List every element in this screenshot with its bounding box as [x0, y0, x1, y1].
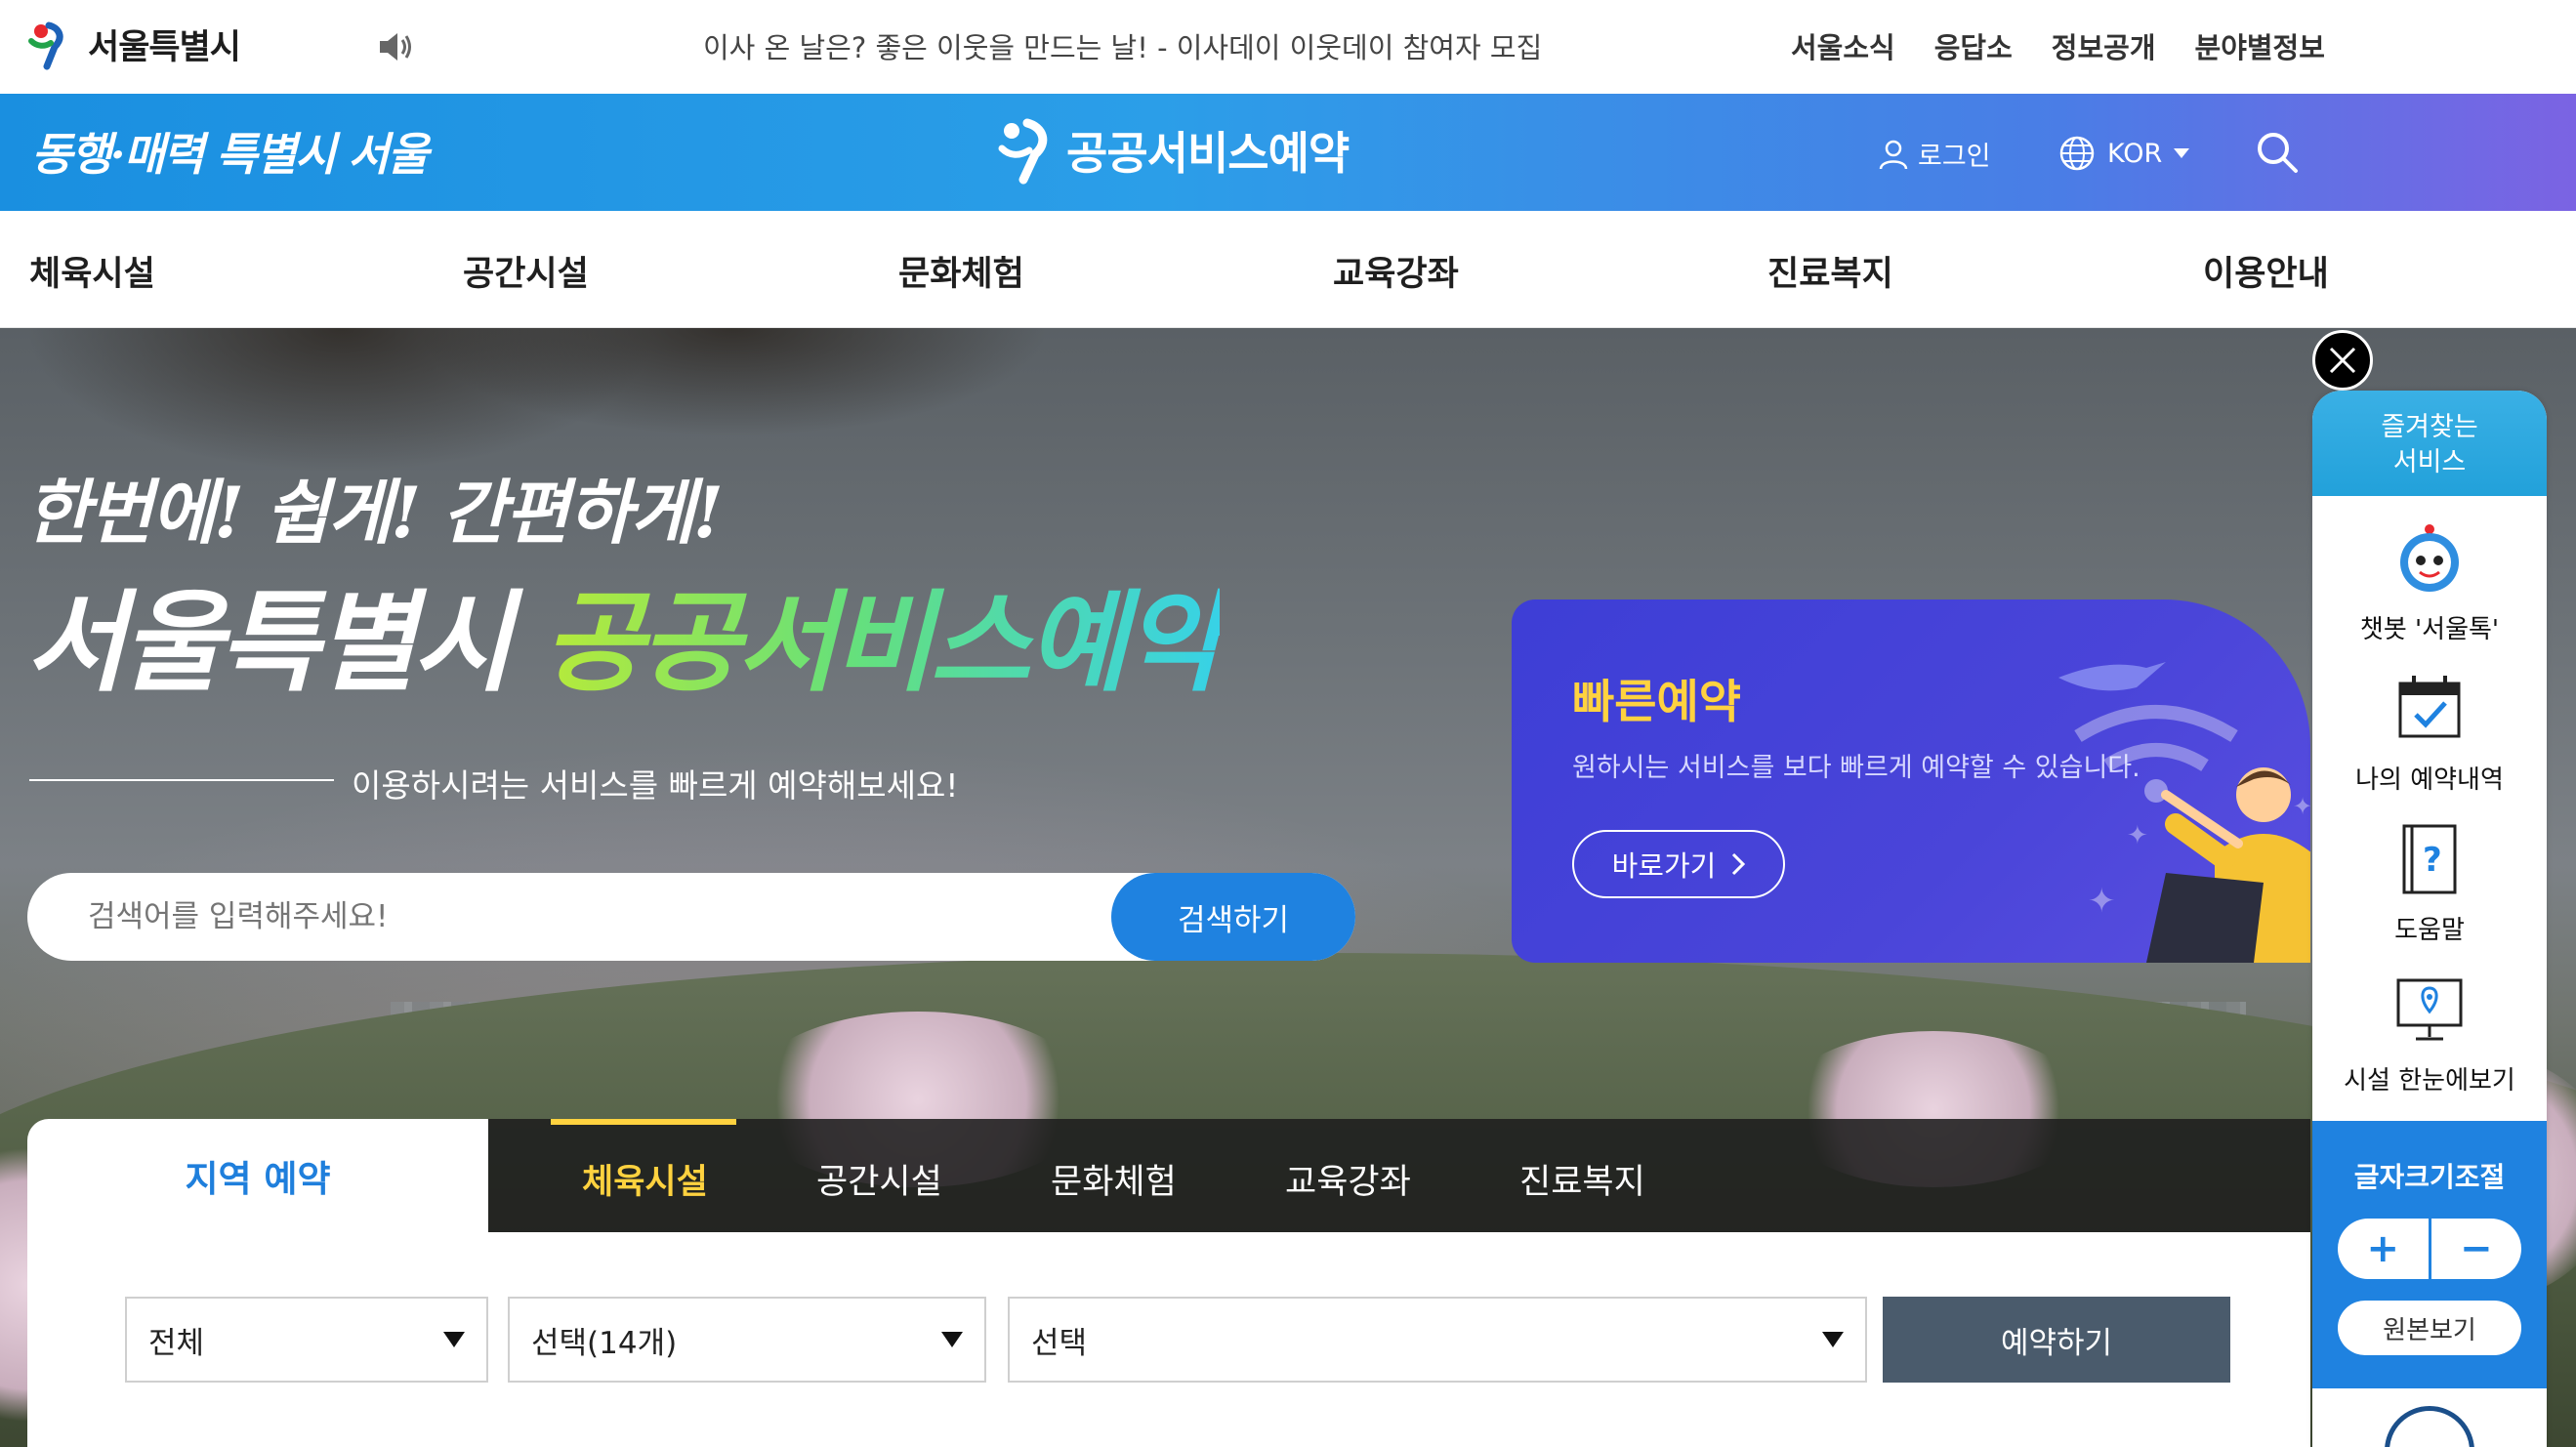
chatbot-label: 챗봇 '서울톡': [2359, 615, 2500, 644]
reserve-button[interactable]: 예약하기: [1883, 1297, 2230, 1383]
util-link-response[interactable]: 응답소: [1934, 25, 2013, 66]
map-monitor-icon: [2396, 978, 2463, 1041]
login-label: 로그인: [1918, 142, 1991, 172]
service-facility-overview[interactable]: 시설 한눈에보기: [2312, 971, 2547, 1096]
nav-usage-guide[interactable]: 이용안내: [2203, 246, 2329, 296]
hero-tagline: 한번에! 쉽게! 간편하게!: [25, 471, 724, 554]
tab-education-courses[interactable]: 교육강좌: [1285, 1154, 1411, 1204]
font-original-button[interactable]: 원본보기: [2338, 1301, 2521, 1355]
service-logo-icon: [998, 118, 1048, 185]
globe-icon: [2059, 136, 2095, 171]
hero-subtitle: 이용하시려는 서비스를 빠르게 예약해보세요!: [352, 766, 959, 805]
facility-select[interactable]: 선택(14개): [508, 1297, 986, 1383]
hero-title-seoul: 서울특별시: [25, 579, 513, 707]
tab-culture-experience[interactable]: 문화체험: [1051, 1154, 1177, 1204]
hero-title: 서울특별시 공공서비스예약: [25, 555, 1224, 713]
language-selector[interactable]: KOR: [2058, 135, 2190, 172]
font-size-title: 글자크기조절: [2353, 1161, 2506, 1193]
util-link-field-info[interactable]: 분야별정보: [2195, 25, 2325, 66]
site-header: 동행·매력 특별시 서울 공공서비스예약 로그인 KOR: [0, 94, 2576, 211]
main-navigation: 체육시설 공간시설 문화체험 교육강좌 진료복지 이용안내: [0, 211, 2576, 328]
facility-overview-label: 시설 한눈에보기: [2344, 1066, 2515, 1096]
font-increase-button[interactable]: +: [2338, 1219, 2431, 1279]
font-size-buttons: + −: [2338, 1219, 2521, 1279]
tree-branches-right: [391, 328, 1074, 445]
hero-title-service: 공공서비스예약: [543, 579, 1224, 707]
tab-sports-facilities[interactable]: 체육시설: [582, 1154, 708, 1204]
active-tab-indicator: [551, 1119, 736, 1125]
notice-ticker[interactable]: 이사 온 날은? 좋은 이웃을 만드는 날! - 이사데이 이웃데이 참여자 모…: [703, 25, 1542, 66]
item-select[interactable]: 선택: [1008, 1297, 1867, 1383]
dropdown-arrow-icon: [941, 1332, 963, 1347]
service-help[interactable]: ? 도움말: [2312, 820, 2547, 946]
close-icon: [2329, 347, 2356, 374]
region-reservation-tab[interactable]: 지역 예약: [27, 1119, 488, 1232]
quick-reservation-title: 빠른예약: [1572, 676, 1741, 729]
globe-icon[interactable]: [2385, 1406, 2474, 1447]
hero-section: 한번에! 쉽게! 간편하게! 서울특별시 공공서비스예약 이용하시려는 서비스를…: [0, 328, 2576, 1447]
calendar-check-icon: [2398, 676, 2461, 738]
region-select-value: 전체: [148, 1325, 205, 1361]
facility-select-value: 선택(14개): [531, 1325, 678, 1361]
chatbot-icon: [2400, 524, 2459, 592]
my-reservations-label: 나의 예약내역: [2355, 765, 2504, 795]
chevron-right-icon: [1732, 852, 1746, 876]
service-chatbot[interactable]: 챗봇 '서울톡': [2312, 519, 2547, 645]
hero-divider: [29, 779, 334, 781]
seoul-logo-icon: [28, 21, 63, 70]
service-my-reservations[interactable]: 나의 예약내역: [2312, 670, 2547, 796]
category-tab-bar: 체육시설 공간시설 문화체험 교육강좌 진료복지: [488, 1119, 2310, 1232]
person-laptop-illustration: ✦ ✦ ✦: [2058, 662, 2310, 963]
language-label: KOR: [2107, 138, 2163, 169]
quick-reservation-go-button[interactable]: 바로가기: [1572, 830, 1785, 898]
help-book-icon: ?: [2402, 824, 2457, 894]
seoul-logo-text: 서울특별시: [88, 27, 241, 67]
login-link[interactable]: 로그인: [1877, 135, 1991, 173]
font-decrease-button[interactable]: −: [2431, 1219, 2522, 1279]
favorite-title-line1: 즐겨찾는: [2381, 412, 2478, 442]
tab-space-facilities[interactable]: 공간시설: [816, 1154, 942, 1204]
speaker-icon[interactable]: [376, 29, 415, 64]
nav-sports-facilities[interactable]: 체육시설: [29, 246, 155, 296]
close-side-panel-button[interactable]: [2312, 330, 2373, 391]
user-icon: [1879, 140, 1908, 169]
svg-text:?: ?: [2423, 841, 2442, 880]
favorite-services-panel: 즐겨찾는 서비스 챗봇 '서울톡' 나의 예약내역 ? 도움말 시설 한눈에보기…: [2312, 391, 2547, 1447]
nav-culture-experience[interactable]: 문화체험: [898, 246, 1024, 296]
nav-medical-welfare[interactable]: 진료복지: [1767, 246, 1893, 296]
favorite-services-header: 즐겨찾는 서비스: [2312, 391, 2547, 496]
region-select[interactable]: 전체: [125, 1297, 488, 1383]
util-link-news[interactable]: 서울소식: [1791, 25, 1895, 66]
service-name: 공공서비스예약: [1066, 127, 1350, 180]
nav-space-facilities[interactable]: 공간시설: [463, 246, 589, 296]
region-reservation-label: 지역 예약: [185, 1158, 331, 1200]
svg-text:✦: ✦: [2127, 821, 2148, 850]
utility-links: 서울소식 응답소 정보공개 분야별정보: [1791, 25, 2325, 66]
caret-down-icon: [2174, 148, 2190, 158]
hero-search-input[interactable]: [86, 892, 1062, 941]
search-icon[interactable]: [2254, 129, 2301, 176]
seoul-logo[interactable]: 서울특별시: [25, 18, 241, 70]
seoul-slogan[interactable]: 동행·매력 특별시 서울: [31, 119, 429, 184]
tab-medical-welfare[interactable]: 진료복지: [1519, 1154, 1645, 1204]
svg-text:✦: ✦: [2088, 882, 2116, 921]
favorite-title-line2: 서비스: [2392, 447, 2467, 477]
service-logo[interactable]: 공공서비스예약: [998, 115, 1350, 186]
dropdown-arrow-icon: [1822, 1332, 1844, 1347]
util-link-disclosure[interactable]: 정보공개: [2052, 25, 2156, 66]
top-utility-bar: 서울특별시 이사 온 날은? 좋은 이웃을 만드는 날! - 이사데이 이웃데이…: [0, 0, 2576, 94]
hero-search-button[interactable]: 검색하기: [1111, 873, 1355, 961]
font-size-control: 글자크기조절 + − 원본보기: [2312, 1121, 2547, 1388]
help-label: 도움말: [2394, 916, 2465, 945]
go-button-label: 바로가기: [1611, 849, 1717, 883]
svg-text:✦: ✦: [2293, 793, 2310, 820]
nav-education-courses[interactable]: 교육강좌: [1333, 246, 1459, 296]
dropdown-arrow-icon: [443, 1332, 465, 1347]
item-select-value: 선택: [1031, 1325, 1088, 1361]
quick-reservation-card: 빠른예약 원하시는 서비스를 보다 빠르게 예약할 수 있습니다. 바로가기 ✦…: [1512, 599, 2310, 963]
